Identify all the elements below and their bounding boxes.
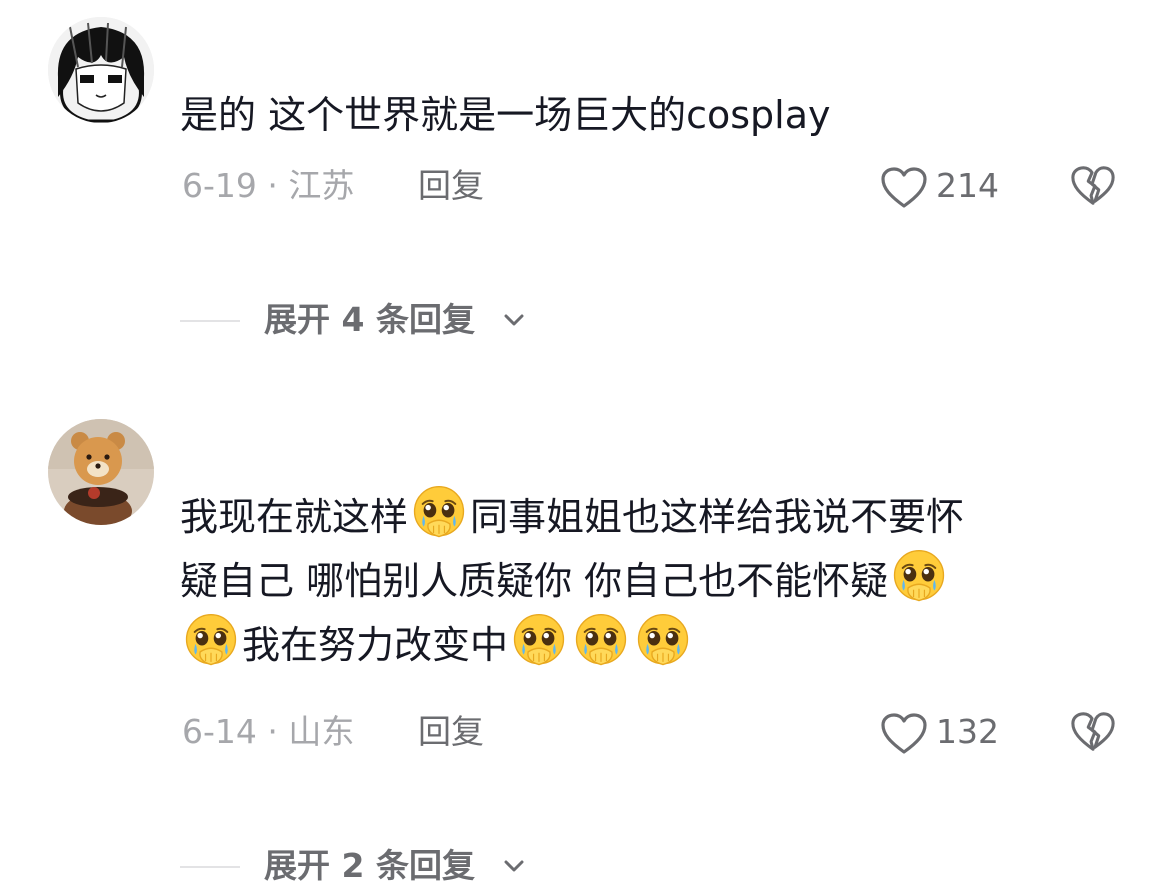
- comment-text: 我现在就这样 同事姐姐也这样给我说不要怀 疑自己 哪怕别人质疑你 你自己也不能怀疑…: [180, 484, 1100, 676]
- like-count: 214: [936, 166, 999, 205]
- comment-item: 是的 这个世界就是一场巨大的cosplay 6-19 · 江苏 回复 214 展…: [0, 0, 1170, 360]
- bear-avatar-image: [48, 419, 154, 525]
- pleading-face-emoji-icon: [572, 612, 630, 670]
- comment-text-part: 同事姐姐也这样给我说不要怀: [470, 495, 965, 539]
- broken-heart-icon: [1070, 164, 1116, 208]
- dislike-button[interactable]: [1070, 710, 1116, 754]
- comment-meta: 6-14 · 山东 回复 132: [182, 710, 1142, 754]
- expand-replies-label: 展开 4 条回复: [264, 300, 475, 339]
- pleading-face-emoji-icon: [410, 484, 468, 542]
- avatar[interactable]: [48, 17, 154, 123]
- broken-heart-icon: [1070, 710, 1116, 754]
- comment-text-part: 疑自己 哪怕别人质疑你 你自己也不能怀疑: [180, 559, 889, 603]
- reply-button[interactable]: 回复: [418, 710, 484, 754]
- divider-line: [180, 866, 240, 868]
- comment-meta: 6-19 · 江苏 回复 214: [182, 164, 1142, 208]
- dislike-button[interactable]: [1070, 164, 1116, 208]
- chevron-down-icon: [502, 854, 526, 878]
- heart-icon: [880, 166, 928, 210]
- pleading-face-emoji-icon: [890, 548, 948, 606]
- comment-item: 我现在就这样 同事姐姐也这样给我说不要怀 疑自己 哪怕别人质疑你 你自己也不能怀疑…: [0, 400, 1170, 892]
- comment-text: 是的 这个世界就是一场巨大的cosplay: [180, 93, 831, 137]
- like-count: 132: [936, 712, 999, 751]
- divider-line: [180, 320, 240, 322]
- pleading-face-emoji-icon: [634, 612, 692, 670]
- comment-text-part: 我在努力改变中: [242, 623, 509, 667]
- comment-text-part: 我现在就这样: [180, 495, 409, 539]
- reply-button[interactable]: 回复: [418, 164, 484, 208]
- chevron-down-icon: [502, 308, 526, 332]
- expand-replies-button[interactable]: 展开 4 条回复: [180, 298, 600, 342]
- pleading-face-emoji-icon: [182, 612, 240, 670]
- avatar[interactable]: [48, 419, 154, 525]
- comment-date-location: 6-14 · 山东: [182, 712, 355, 751]
- heart-icon: [880, 712, 928, 756]
- comment-date-location: 6-19 · 江苏: [182, 166, 355, 205]
- expand-replies-label: 展开 2 条回复: [264, 846, 475, 885]
- pleading-face-emoji-icon: [510, 612, 568, 670]
- anime-avatar-image: [48, 17, 154, 123]
- expand-replies-button[interactable]: 展开 2 条回复: [180, 844, 600, 888]
